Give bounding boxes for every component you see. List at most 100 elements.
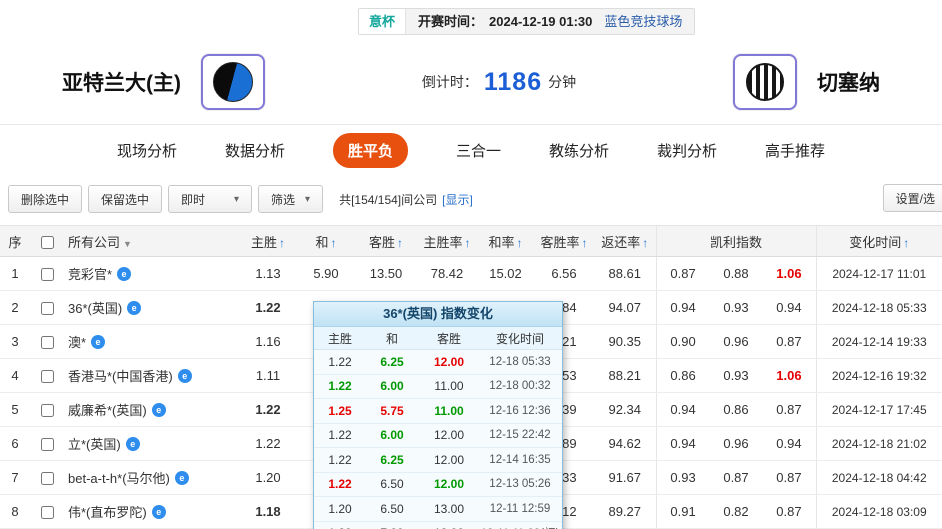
col-index-label: 序	[8, 235, 21, 250]
kelly-value: 0.96	[710, 436, 763, 451]
col-company-label: 所有公司	[68, 235, 120, 250]
odds-value: 1.20	[239, 461, 297, 495]
select-all-checkbox[interactable]	[41, 236, 54, 249]
rate-value: 88.21	[594, 359, 656, 393]
table-header-row: 序 所有公司▼ 主胜↑ 和↑ 客胜↑ 主胜率↑ 和率↑ 客胜率↑ 返还率↑ 凯利…	[0, 226, 942, 257]
kelly-value: 0.87	[762, 470, 815, 485]
row-checkbox[interactable]	[41, 472, 54, 485]
kickoff-info: 开赛时间： 2024-12-19 01:30 蓝色竞技球场	[406, 9, 694, 34]
company-detail-icon[interactable]: e	[126, 437, 140, 451]
tab-live-analysis[interactable]: 现场分析	[117, 140, 177, 161]
row-checkbox[interactable]	[41, 302, 54, 315]
keep-selected-button[interactable]: 保留选中	[88, 185, 162, 213]
company-detail-icon[interactable]: e	[175, 471, 189, 485]
kelly-value: 0.91	[657, 504, 710, 519]
company-cell: 香港马*(中国香港) e	[64, 359, 239, 393]
sort-up-icon: ↑	[517, 236, 523, 250]
odds-value: 1.22	[239, 393, 297, 427]
col-home-rate-label: 主胜率	[423, 235, 462, 250]
company-name[interactable]: 36*(英国)	[68, 301, 122, 316]
change-time: 2024-12-18 04:42	[816, 461, 942, 495]
tab-referee-analysis[interactable]: 裁判分析	[657, 140, 717, 161]
company-name[interactable]: 立*(英国)	[68, 437, 121, 452]
col-home-rate[interactable]: 主胜率↑	[417, 226, 477, 257]
popup-odds-value: 12.00	[418, 453, 480, 467]
col-company[interactable]: 所有公司▼	[64, 226, 239, 257]
popup-body: 1.226.2512.0012-18 05:331.226.0011.0012-…	[314, 350, 562, 529]
popup-row: 1.226.0012.0012-15 22:42	[314, 424, 562, 449]
popup-odds-value: 1.25	[314, 404, 366, 418]
tab-win-draw-lose[interactable]: 胜平负	[333, 133, 408, 168]
tab-coach-analysis[interactable]: 教练分析	[549, 140, 609, 161]
row-index: 7	[0, 461, 30, 495]
match-header: 亚特兰大(主) 倒计时： 1186 分钟 切塞纳	[0, 44, 942, 120]
popup-change-time: 12-18 05:33	[480, 356, 560, 368]
time-mode-dropdown[interactable]: 即时 ▾	[168, 185, 252, 213]
analysis-nav: 现场分析 数据分析 胜平负 三合一 教练分析 裁判分析 高手推荐	[0, 124, 942, 175]
countdown-label: 倒计时：	[422, 72, 478, 92]
company-detail-icon[interactable]: e	[127, 301, 141, 315]
col-home-win-label: 主胜	[251, 235, 277, 250]
rate-value: 6.56	[534, 257, 594, 291]
popup-row: 1.226.0011.0012-18 00:32	[314, 375, 562, 400]
away-team-name: 切塞纳	[817, 67, 880, 97]
row-checkbox[interactable]	[41, 438, 54, 451]
settings-button[interactable]: 设置/选	[883, 184, 942, 212]
change-time: 2024-12-18 05:33	[816, 291, 942, 325]
col-change-time[interactable]: 变化时间↑	[816, 226, 942, 257]
company-name[interactable]: bet-a-t-h*(马尔他)	[68, 471, 170, 486]
popup-header-row: 主胜和客胜变化时间	[314, 327, 562, 350]
sort-up-icon: ↑	[397, 236, 403, 250]
row-checkbox[interactable]	[41, 336, 54, 349]
col-draw-rate[interactable]: 和率↑	[477, 226, 534, 257]
filter-triangle-icon: ▼	[123, 239, 132, 249]
popup-odds-value: 1.22	[314, 428, 366, 442]
col-away-win[interactable]: 客胜↑	[355, 226, 417, 257]
kelly-value: 0.87	[762, 402, 815, 417]
col-draw[interactable]: 和↑	[297, 226, 355, 257]
company-name[interactable]: 威廉希*(英国)	[68, 403, 147, 418]
company-name[interactable]: 香港马*(中国香港)	[68, 369, 173, 384]
company-name[interactable]: 伟*(直布罗陀)	[68, 505, 147, 520]
popup-odds-value: 5.75	[366, 404, 418, 418]
cesena-crest-icon	[746, 63, 784, 101]
col-change-time-label: 变化时间	[849, 235, 901, 250]
kelly-value: 0.94	[762, 436, 815, 451]
company-name[interactable]: 竞彩官*	[68, 267, 112, 282]
rate-value: 88.61	[594, 257, 656, 291]
odds-value: 1.22	[239, 427, 297, 461]
show-link[interactable]: [显示]	[442, 191, 473, 208]
popup-change-time: 12-14 16:35	[480, 454, 560, 466]
tab-expert-picks[interactable]: 高手推荐	[765, 140, 825, 161]
popup-odds-value: 12.00	[418, 355, 480, 369]
row-checkbox[interactable]	[41, 370, 54, 383]
company-name[interactable]: 澳*	[68, 335, 86, 350]
company-detail-icon[interactable]: e	[91, 335, 105, 349]
row-checkbox[interactable]	[41, 404, 54, 417]
company-detail-icon[interactable]: e	[117, 267, 131, 281]
kelly-cell: 0.940.930.94	[656, 291, 816, 325]
tab-data-analysis[interactable]: 数据分析	[225, 140, 285, 161]
tab-three-in-one[interactable]: 三合一	[456, 140, 501, 161]
filter-dropdown[interactable]: 筛选 ▾	[258, 185, 323, 213]
company-cell: 伟*(直布罗陀) e	[64, 495, 239, 529]
change-time: 2024-12-16 19:32	[816, 359, 942, 393]
kelly-cell: 0.930.870.87	[656, 461, 816, 495]
company-detail-icon[interactable]: e	[178, 369, 192, 383]
popup-odds-value: 12.00	[418, 428, 480, 442]
row-checkbox[interactable]	[41, 268, 54, 281]
col-home-win[interactable]: 主胜↑	[239, 226, 297, 257]
col-return-rate[interactable]: 返还率↑	[594, 226, 656, 257]
league-badge: 意杯	[359, 9, 406, 34]
sort-up-icon: ↑	[465, 236, 471, 250]
delete-selected-button[interactable]: 删除选中	[8, 185, 82, 213]
col-away-rate[interactable]: 客胜率↑	[534, 226, 594, 257]
row-checkbox[interactable]	[41, 506, 54, 519]
kelly-value: 0.93	[710, 300, 763, 315]
company-detail-icon[interactable]: e	[152, 403, 166, 417]
kelly-value: 0.94	[657, 436, 710, 451]
row-select-cell	[30, 461, 64, 495]
col-away-win-label: 客胜	[369, 235, 395, 250]
company-detail-icon[interactable]: e	[152, 505, 166, 519]
popup-row: 1.226.2512.0012-18 05:33	[314, 350, 562, 375]
